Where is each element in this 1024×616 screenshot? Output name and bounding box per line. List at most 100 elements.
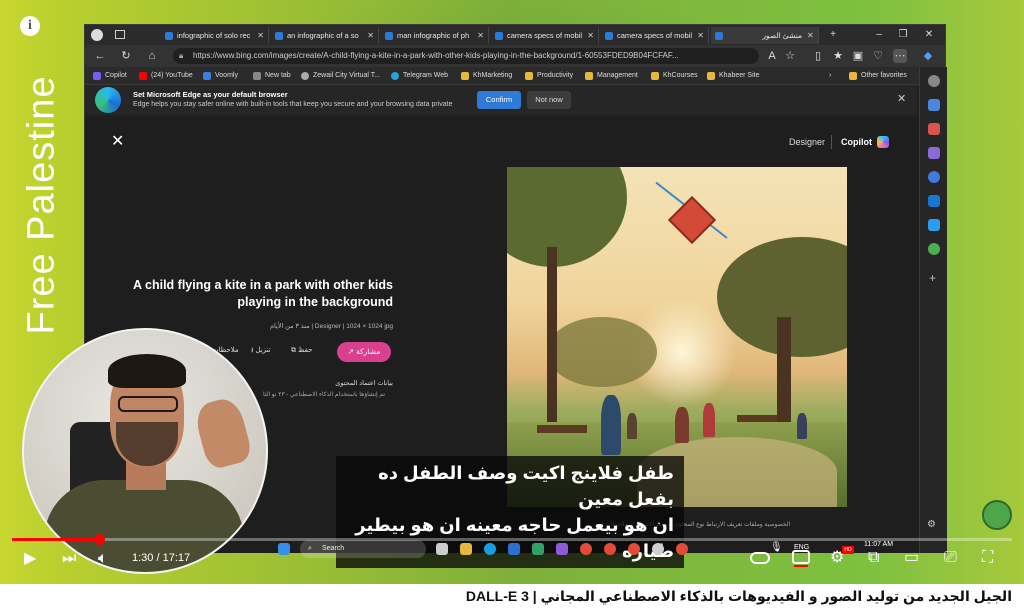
tab-1[interactable]: infographic of solo rec ✕ xyxy=(161,27,269,44)
chrome-icon[interactable] xyxy=(580,543,592,555)
windows-start-icon[interactable] xyxy=(278,543,290,555)
maximize-icon[interactable]: ❐ xyxy=(893,25,913,45)
taskbar-clock[interactable]: 11:07 AM xyxy=(864,540,893,549)
volume-icon[interactable]: 🔈︎ xyxy=(98,550,108,568)
new-tab-icon[interactable]: + xyxy=(823,25,843,45)
progress-bar[interactable] xyxy=(12,534,1012,545)
close-icon[interactable]: ✕ xyxy=(111,131,124,151)
tools-icon[interactable] xyxy=(928,123,940,135)
tab-label: camera specs of mobil xyxy=(507,31,583,40)
favorite-copilot[interactable]: Copilot xyxy=(93,70,127,82)
favorite-zewail[interactable]: Zewail City Virtual T... xyxy=(301,70,380,82)
minimize-icon[interactable]: – xyxy=(869,25,889,45)
designer-brand[interactable]: Designer xyxy=(789,137,825,147)
games-icon[interactable] xyxy=(928,147,940,159)
favorites-icon[interactable]: ★ xyxy=(831,49,845,63)
app-icon[interactable] xyxy=(508,543,520,555)
microphone-icon[interactable]: 🎙︎ xyxy=(770,542,783,553)
info-icon[interactable]: i xyxy=(20,16,40,36)
favorite-folder-khcourses[interactable]: KhCourses xyxy=(651,70,698,82)
confirm-button[interactable]: Confirm xyxy=(477,91,521,109)
app-icon[interactable] xyxy=(652,543,664,555)
tag-icon[interactable] xyxy=(928,99,940,111)
favorite-telegram[interactable]: Telegram Web xyxy=(391,70,448,82)
task-view-icon[interactable] xyxy=(436,543,448,555)
copilot-icon[interactable] xyxy=(928,171,940,183)
autoplay-toggle[interactable] xyxy=(750,552,770,564)
settings-icon[interactable]: ⚙ xyxy=(927,519,936,530)
close-icon[interactable]: ✕ xyxy=(897,92,906,105)
search-icon[interactable] xyxy=(928,75,940,87)
address-bar[interactable]: 🔒︎ https://www.bing.com/images/create/A-… xyxy=(173,48,759,64)
app-icon[interactable] xyxy=(532,543,544,555)
tab-2[interactable]: an infographic of a so ✕ xyxy=(271,27,379,44)
channel-logo[interactable] xyxy=(982,500,1012,530)
tree-trunk xyxy=(547,247,557,437)
close-icon[interactable]: ✕ xyxy=(257,27,264,44)
banner-title: Set Microsoft Edge as your default brows… xyxy=(133,90,288,99)
reader-icon[interactable]: A xyxy=(765,49,779,63)
download-button[interactable]: ⭳ تنزيل xyxy=(251,346,271,357)
share-button[interactable]: ↗ مشاركة xyxy=(337,342,391,362)
tab-5[interactable]: camera specs of mobil ✕ xyxy=(601,27,709,44)
tab-actions-icon[interactable] xyxy=(115,30,125,39)
chrome-icon[interactable] xyxy=(604,543,616,555)
back-icon[interactable]: ← xyxy=(93,49,107,63)
copilot-brand[interactable]: Copilot xyxy=(841,137,872,147)
scrubber-handle[interactable] xyxy=(94,534,105,545)
miniplayer-icon[interactable]: ⧉ xyxy=(868,549,879,567)
file-explorer-icon[interactable] xyxy=(460,543,472,555)
next-icon[interactable]: ⏭ xyxy=(62,550,76,568)
tree-icon[interactable] xyxy=(928,243,940,255)
video-title[interactable]: الجيل الجديد من توليد الصور و الفيديوهات… xyxy=(0,588,1012,605)
chrome-icon[interactable] xyxy=(676,543,688,555)
close-icon[interactable]: ✕ xyxy=(807,27,814,44)
tab-favicon-icon xyxy=(605,32,613,40)
theater-mode-icon[interactable]: ▭ xyxy=(904,549,919,567)
favorite-new-tab[interactable]: New tab xyxy=(253,70,291,82)
not-now-button[interactable]: Not now xyxy=(527,91,571,109)
close-icon[interactable]: ✕ xyxy=(697,27,704,44)
favorite-folder-management[interactable]: Management xyxy=(585,70,638,82)
favorite-folder-other[interactable]: Other favorites xyxy=(849,70,907,82)
home-icon[interactable]: ⌂ xyxy=(145,49,159,63)
page-icon xyxy=(253,72,261,80)
save-button[interactable]: ⧉ حفظ xyxy=(291,346,312,355)
tab-4[interactable]: camera specs of mobil ✕ xyxy=(491,27,599,44)
add-icon[interactable]: + xyxy=(929,271,936,285)
app-icon[interactable] xyxy=(556,543,568,555)
taskbar-search-label: Search xyxy=(322,545,345,552)
favorite-folder-productivity[interactable]: Productivity xyxy=(525,70,573,82)
favorite-folder-khmarketing[interactable]: KhMarketing xyxy=(461,70,512,82)
cast-icon[interactable]: ⎚ xyxy=(944,549,957,567)
close-icon[interactable]: ✕ xyxy=(587,27,594,44)
favorite-voomly[interactable]: Voomly xyxy=(203,70,238,82)
subtitles-button[interactable] xyxy=(792,550,810,567)
split-screen-icon[interactable]: ▯ xyxy=(811,49,825,63)
outlook-icon[interactable] xyxy=(928,195,940,207)
more-menu-icon[interactable]: ⋯ xyxy=(893,49,907,63)
health-icon[interactable]: ♡ xyxy=(871,49,885,63)
close-icon[interactable]: ✕ xyxy=(477,27,484,44)
send-icon[interactable] xyxy=(928,219,940,231)
favorite-youtube[interactable]: (24) YouTube xyxy=(139,70,193,82)
close-window-icon[interactable]: ✕ xyxy=(919,25,939,45)
collections-icon[interactable]: ▣ xyxy=(851,49,865,63)
content-credentials-title[interactable]: بيانات اعتماد المحتوى xyxy=(245,379,393,387)
taskbar-search[interactable]: ⌕ Search xyxy=(300,540,426,558)
chevron-right-icon[interactable]: › xyxy=(829,70,831,82)
copilot-sidebar-icon[interactable]: ◆ xyxy=(921,49,935,63)
refresh-icon[interactable]: ↻ xyxy=(119,49,133,63)
video-frame[interactable]: i Free Palestine infographic of solo rec… xyxy=(0,0,1024,584)
fullscreen-icon[interactable]: ⛶ xyxy=(982,549,993,567)
favorite-folder-khabeer[interactable]: Khabeer Site xyxy=(707,70,759,82)
chrome-icon[interactable] xyxy=(628,543,640,555)
tab-3[interactable]: man infographic of ph ✕ xyxy=(381,27,489,44)
play-icon[interactable]: ▶ xyxy=(24,550,36,568)
close-icon[interactable]: ✕ xyxy=(367,27,374,44)
tab-6-active[interactable]: منشئ الصور ✕ xyxy=(711,27,819,44)
profile-avatar[interactable] xyxy=(91,29,103,41)
edge-icon[interactable] xyxy=(484,543,496,555)
favorite-star-icon[interactable]: ☆ xyxy=(783,49,797,63)
folder-icon xyxy=(525,72,533,80)
